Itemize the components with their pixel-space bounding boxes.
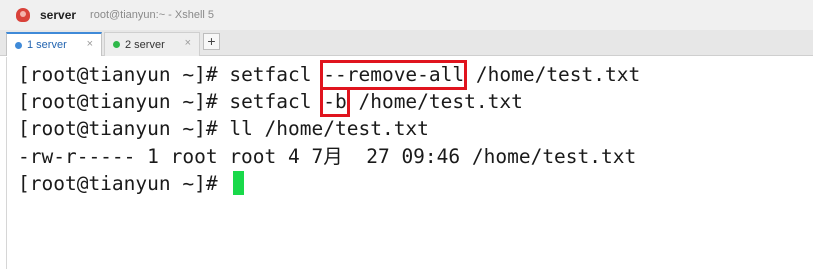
tab-label: 1 server	[27, 39, 67, 51]
terminal-line: [root@tianyun ~]# setfacl -b /home/test.…	[18, 87, 523, 117]
xshell-window: server root@tianyun:~ - Xshell 5 1 serve…	[0, 0, 813, 269]
command-argument: /home/test.txt	[464, 63, 641, 86]
command: setfacl	[229, 90, 324, 113]
add-tab-button[interactable]: +	[203, 33, 220, 50]
prompt: [root@tianyun ~]#	[18, 63, 230, 86]
tab-label: 2 server	[125, 38, 165, 51]
tab-2-server[interactable]: 2 server ×	[104, 32, 200, 56]
command: ll /home/test.txt	[229, 117, 429, 140]
tab-1-server[interactable]: 1 server ×	[6, 32, 102, 56]
session-status-icon	[113, 41, 120, 48]
command-output: -rw-r----- 1 root root 4 7月 27 09:46 /ho…	[18, 145, 637, 168]
command: setfacl	[229, 63, 324, 86]
terminal-output-line: -rw-r----- 1 root root 4 7月 27 09:46 /ho…	[18, 143, 636, 171]
terminal-line: [root@tianyun ~]# ll /home/test.txt	[18, 115, 429, 143]
prompt: [root@tianyun ~]#	[18, 117, 230, 140]
terminal-line: [root@tianyun ~]# setfacl --remove-all /…	[18, 60, 641, 90]
command-argument: /home/test.txt	[346, 90, 523, 113]
xshell-icon	[16, 8, 30, 22]
terminal-area[interactable]: [root@tianyun ~]# setfacl --remove-all /…	[6, 57, 813, 269]
session-status-icon	[15, 41, 22, 49]
prompt: [root@tianyun ~]#	[18, 90, 230, 113]
highlighted-flag: --remove-all	[320, 60, 468, 90]
highlighted-flag: -b	[320, 87, 350, 117]
tab-bar: 1 server × 2 server × +	[0, 30, 813, 56]
close-icon[interactable]: ×	[185, 37, 191, 49]
prompt: [root@tianyun ~]#	[18, 172, 230, 195]
close-icon[interactable]: ×	[87, 38, 93, 50]
terminal-line: [root@tianyun ~]#	[18, 170, 245, 198]
window-subtitle: root@tianyun:~ - Xshell 5	[90, 9, 215, 21]
window-title: server	[40, 8, 77, 22]
terminal-cursor	[233, 170, 245, 195]
title-bar: server root@tianyun:~ - Xshell 5	[0, 0, 813, 30]
